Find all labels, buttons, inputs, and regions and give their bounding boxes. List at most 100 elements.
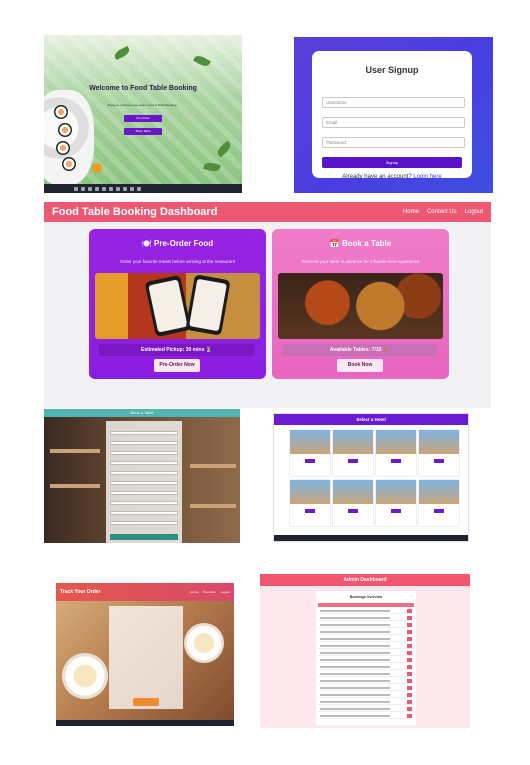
preorder-card: 🍽️ Pre-Order Food Order your favorite me…	[89, 229, 266, 379]
taskbar-icon[interactable]	[123, 186, 127, 191]
nav-preorder[interactable]: Pre-order	[203, 590, 216, 594]
taskbar-icon[interactable]	[81, 186, 85, 191]
taskbar-icon[interactable]	[95, 186, 99, 191]
delete-button[interactable]	[407, 714, 412, 718]
form-field[interactable]	[110, 491, 178, 495]
password-field[interactable]: Password	[322, 137, 465, 148]
delete-button[interactable]	[407, 679, 412, 683]
table-row	[318, 678, 414, 684]
delete-button[interactable]	[407, 672, 412, 676]
hotel-card[interactable]	[290, 480, 330, 526]
form-field[interactable]	[110, 471, 178, 475]
form-field[interactable]	[110, 481, 178, 485]
dashboard-navbar: Food Table Booking Dashboard Home Contac…	[44, 202, 491, 222]
taskbar-icon[interactable]	[102, 186, 106, 191]
admin-header: Admin Dashboard	[260, 574, 470, 586]
food-plate-image	[62, 653, 108, 699]
book-table-screenshot: Book a Table	[44, 409, 240, 543]
restaurant-table-image	[50, 449, 100, 453]
delete-button[interactable]	[407, 609, 412, 613]
nav-home[interactable]: Home	[190, 590, 198, 594]
hotel-card[interactable]	[333, 430, 373, 476]
book-now-button[interactable]: Book Now	[337, 359, 383, 372]
table-row	[318, 699, 414, 705]
table-row	[318, 622, 414, 628]
form-field[interactable]	[110, 501, 178, 505]
restaurant-table-image	[190, 464, 236, 468]
table-row	[318, 692, 414, 698]
taskbar-icon[interactable]	[109, 186, 113, 191]
table-row	[318, 706, 414, 712]
preorder-button[interactable]: Pre-Order	[124, 115, 162, 122]
delete-button[interactable]	[407, 707, 412, 711]
table-row	[318, 650, 414, 656]
nav-logout[interactable]: Logout	[465, 209, 483, 215]
delete-button[interactable]	[407, 623, 412, 627]
delete-button[interactable]	[407, 616, 412, 620]
hotel-card[interactable]	[376, 430, 416, 476]
estimated-pickup: Estimated Pickup: 30 mins ⏳	[99, 344, 254, 356]
select-hotel-header: Select a Hotel	[274, 414, 468, 425]
book-table-button[interactable]: Book Table	[124, 128, 162, 135]
nav-home[interactable]: Home	[403, 209, 419, 215]
booking-form	[106, 421, 182, 543]
form-field[interactable]	[110, 521, 178, 525]
signup-title: User Signup	[365, 65, 419, 75]
track-order-screenshot: Track Your Order Home Pre-order Logout	[56, 583, 234, 726]
orange-decoration	[92, 163, 102, 173]
dashboard-brand[interactable]: Food Table Booking Dashboard	[52, 206, 217, 218]
welcome-subtitle: Enjoy an exclusive pre-order menu & Tabl…	[107, 103, 177, 107]
delete-button[interactable]	[407, 686, 412, 690]
nav-contact-us[interactable]: Contact Us	[427, 209, 457, 215]
dashboard-nav-links: Home Contact Us Logout	[403, 209, 483, 215]
email-field[interactable]: Email	[322, 117, 465, 128]
preorder-now-button[interactable]: Pre-Order Now	[154, 359, 200, 372]
hotel-card[interactable]	[419, 480, 459, 526]
indian-food-image	[278, 273, 443, 339]
table-row	[318, 671, 414, 677]
select-hotel-screenshot: Select a Hotel	[273, 413, 469, 542]
delete-button[interactable]	[407, 637, 412, 641]
taskbar	[44, 184, 242, 193]
hotel-card[interactable]	[376, 480, 416, 526]
calendar-icon: 📅	[329, 239, 340, 248]
dish-icon: 🍽️	[141, 239, 152, 248]
book-table-description: Reserve your table in advance for a hass…	[301, 259, 420, 264]
submit-booking-button[interactable]	[110, 534, 178, 540]
hotel-card[interactable]	[290, 430, 330, 476]
book-table-header: Book a Table	[44, 409, 240, 417]
sushi-piece	[58, 123, 72, 137]
track-order-navbar: Track Your Order Home Pre-order Logout	[56, 583, 234, 601]
taskbar-icon[interactable]	[116, 186, 120, 191]
delete-button[interactable]	[407, 644, 412, 648]
form-field[interactable]	[110, 511, 178, 515]
signup-button[interactable]: Signup	[322, 157, 462, 168]
delete-button[interactable]	[407, 665, 412, 669]
phone-image	[185, 274, 231, 336]
form-field[interactable]	[110, 451, 178, 455]
delete-button[interactable]	[407, 658, 412, 662]
bookings-overview-title: Bookings Overview	[349, 595, 383, 599]
table-row	[318, 713, 414, 719]
delete-button[interactable]	[407, 693, 412, 697]
track-order-brand[interactable]: Track Your Order	[60, 589, 100, 595]
delete-button[interactable]	[407, 651, 412, 655]
nav-logout[interactable]: Logout	[221, 590, 230, 594]
taskbar-icon[interactable]	[88, 186, 92, 191]
taskbar-icon[interactable]	[130, 186, 134, 191]
form-field[interactable]	[110, 431, 178, 435]
preorder-title-text: Pre-Order Food	[154, 239, 214, 248]
order-status-panel	[109, 606, 183, 709]
taskbar-icon[interactable]	[74, 186, 78, 191]
form-field[interactable]	[110, 441, 178, 445]
delete-button[interactable]	[407, 630, 412, 634]
order-action-button[interactable]	[133, 698, 159, 706]
hotel-card[interactable]	[333, 480, 373, 526]
delete-button[interactable]	[407, 700, 412, 704]
hotel-card[interactable]	[419, 430, 459, 476]
form-field[interactable]	[110, 461, 178, 465]
username-field[interactable]: Username	[322, 97, 465, 108]
login-link[interactable]: Login here	[413, 174, 441, 180]
sushi-piece	[56, 141, 70, 155]
taskbar-icon[interactable]	[137, 186, 141, 191]
